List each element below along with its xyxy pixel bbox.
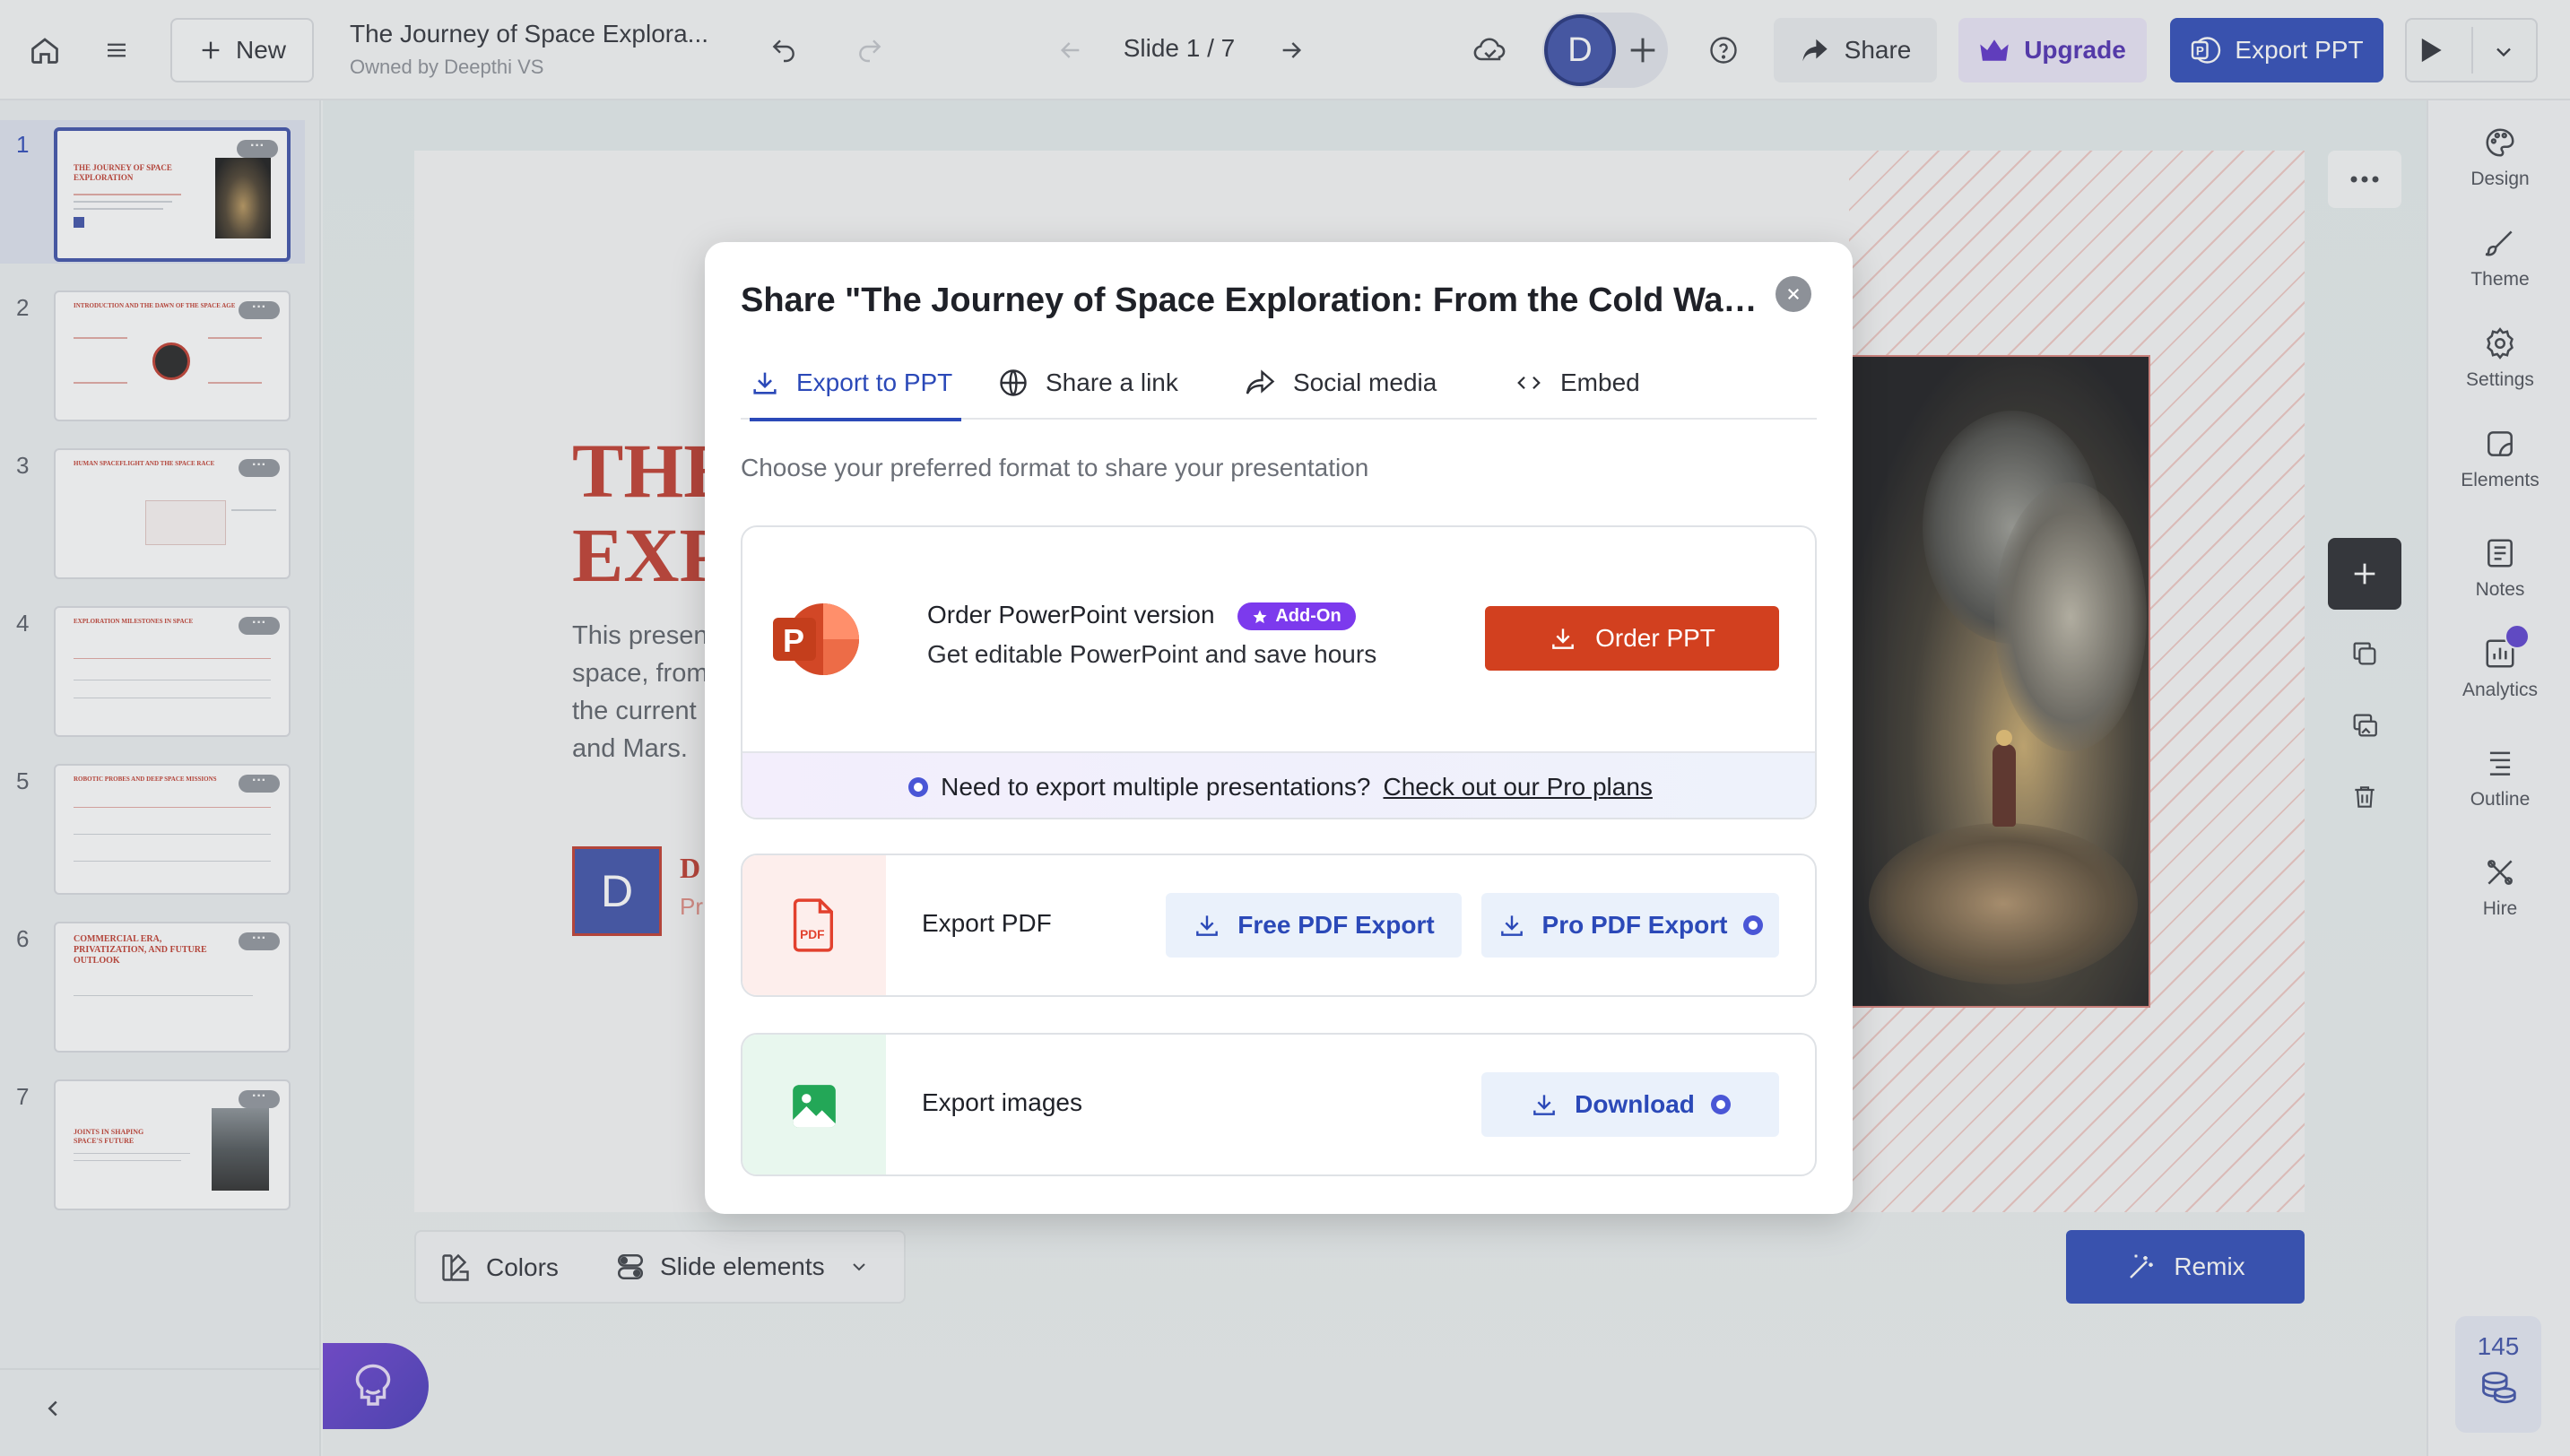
pro-badge-icon — [1743, 915, 1764, 935]
tab-label: Export to PPT — [796, 368, 953, 396]
free-pdf-export-button[interactable]: Free PDF Export — [1166, 893, 1462, 958]
pro-plans-link[interactable]: Check out our Pro plans — [1384, 773, 1653, 802]
export-images-card: Export images Download — [741, 1033, 1817, 1176]
globe-icon — [1000, 369, 1027, 396]
order-ppt-heading-text: Order PowerPoint version — [927, 601, 1215, 628]
tab-share-a-link[interactable]: Share a link — [997, 346, 1178, 420]
free-pdf-label: Free PDF Export — [1237, 911, 1435, 939]
close-icon — [1787, 288, 1800, 300]
image-icon-panel — [742, 1035, 886, 1174]
tab-label: Share a link — [1046, 368, 1178, 396]
pro-plans-text: Need to export multiple presentations? — [941, 773, 1371, 801]
app-root: New The Journey of Space Explora... Owne… — [0, 0, 2570, 1456]
order-ppt-label: Order PPT — [1595, 624, 1715, 652]
download-images-button[interactable]: Download — [1481, 1072, 1779, 1137]
download-icon — [1500, 915, 1523, 936]
export-pdf-card: PDF Export PDF Free PDF Export Pro PDF E… — [741, 854, 1817, 997]
share-tabs: Export to PPT Share a link Social media … — [741, 346, 1817, 421]
download-icon — [753, 372, 777, 394]
export-images-label: Export images — [922, 1088, 1082, 1116]
export-pdf-label: Export PDF — [922, 909, 1052, 937]
download-icon — [1196, 915, 1219, 936]
download-icon — [1533, 1095, 1555, 1115]
dialog-title: Share "The Journey of Space Exploration:… — [741, 282, 1763, 319]
pro-badge-icon — [1710, 1095, 1731, 1114]
order-ppt-heading: Order PowerPoint version Add-On — [927, 601, 1356, 631]
code-icon — [1517, 376, 1541, 390]
download-icon — [1552, 628, 1574, 649]
order-ppt-button[interactable]: Order PPT — [1485, 606, 1779, 671]
star-icon — [1253, 610, 1267, 623]
close-dialog-button[interactable] — [1776, 276, 1811, 312]
svg-text:PDF: PDF — [800, 928, 824, 941]
order-ppt-card: P Order PowerPoint version Add-On Get ed… — [741, 525, 1817, 819]
powerpoint-logo-icon: P — [769, 599, 863, 680]
image-file-icon — [793, 1085, 836, 1128]
add-on-badge: Add-On — [1237, 602, 1356, 631]
share-forward-icon — [1246, 369, 1275, 394]
pdf-file-icon: PDF — [793, 898, 833, 952]
tab-social-media[interactable]: Social media — [1245, 346, 1437, 420]
dialog-subtitle: Choose your preferred format to share yo… — [741, 454, 1369, 481]
pro-badge-icon — [908, 777, 929, 797]
tab-embed[interactable]: Embed — [1514, 346, 1640, 420]
tab-label: Social media — [1293, 368, 1437, 396]
tab-export-to-ppt[interactable]: Export to PPT — [750, 346, 961, 421]
pro-plans-banner: Need to export multiple presentations? C… — [742, 751, 1815, 818]
pdf-icon-panel: PDF — [742, 855, 886, 995]
add-on-label: Add-On — [1275, 606, 1341, 627]
order-ppt-description: Get editable PowerPoint and save hours — [927, 640, 1377, 668]
tab-label: Embed — [1560, 368, 1640, 396]
pro-pdf-export-button[interactable]: Pro PDF Export — [1481, 893, 1779, 958]
svg-text:P: P — [783, 622, 804, 659]
download-label: Download — [1575, 1090, 1695, 1118]
share-dialog: Share "The Journey of Space Exploration:… — [705, 242, 1853, 1214]
pro-pdf-label: Pro PDF Export — [1541, 911, 1728, 939]
